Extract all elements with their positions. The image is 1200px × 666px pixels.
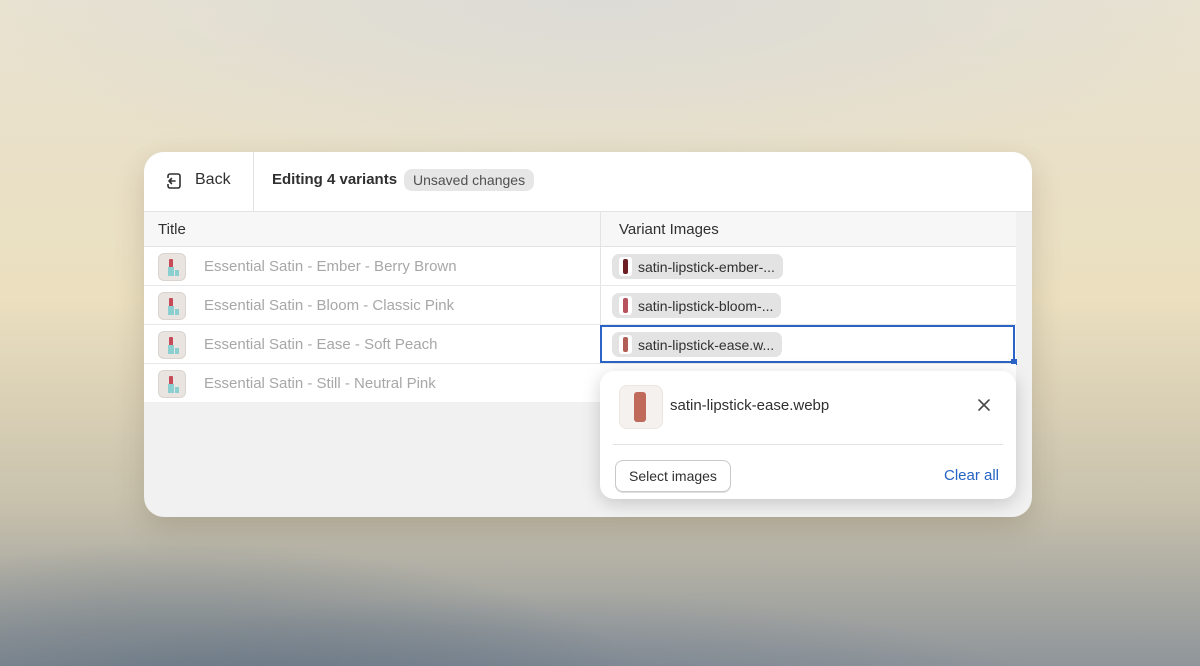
clear-all-link[interactable]: Clear all	[944, 467, 999, 484]
column-header-title[interactable]: Title	[158, 221, 186, 238]
back-button[interactable]: Back	[144, 152, 254, 211]
product-thumbnail	[158, 370, 186, 398]
variant-image-chip[interactable]: satin-lipstick-ember-...	[612, 254, 783, 279]
table-row[interactable]: Essential Satin - Bloom - Classic Pink s…	[144, 286, 1016, 325]
image-swatch	[619, 257, 632, 276]
variant-title: Essential Satin - Bloom - Classic Pink	[204, 297, 455, 314]
product-thumbnail	[158, 292, 186, 320]
select-images-button[interactable]: Select images	[615, 460, 731, 492]
image-preview	[619, 385, 663, 429]
cell-divider	[600, 286, 601, 324]
cell-divider	[600, 247, 601, 285]
variant-title: Essential Satin - Still - Neutral Pink	[204, 375, 436, 392]
close-icon[interactable]	[976, 397, 992, 413]
status-badge: Unsaved changes	[404, 169, 535, 191]
image-file-name: satin-lipstick-ember-...	[638, 258, 775, 275]
table-row[interactable]: Essential Satin - Ease - Soft Peach sati…	[144, 325, 1017, 365]
image-file-name: satin-lipstick-bloom-...	[638, 297, 774, 314]
table-header: Title Variant Images	[144, 212, 1016, 247]
back-label: Back	[195, 171, 231, 188]
variant-images-popover: satin-lipstick-ease.webp Select images C…	[600, 371, 1016, 499]
image-swatch	[619, 296, 632, 315]
variant-title: Essential Satin - Ember - Berry Brown	[204, 258, 457, 275]
column-header-variant-images[interactable]: Variant Images	[619, 221, 719, 238]
back-arrow-icon	[167, 173, 181, 189]
variant-image-chip[interactable]: satin-lipstick-bloom-...	[612, 293, 782, 318]
editor-header: Back Editing 4 variants Unsaved changes	[144, 152, 1032, 212]
divider	[613, 444, 1003, 445]
column-divider	[600, 212, 601, 246]
variant-title: Essential Satin - Ease - Soft Peach	[204, 336, 438, 353]
page-title: Editing 4 variants	[272, 171, 398, 188]
product-thumbnail	[158, 253, 186, 281]
selected-cell[interactable]	[600, 325, 1017, 365]
image-file-name: satin-lipstick-ease.webp	[670, 397, 830, 414]
product-thumbnail	[158, 331, 186, 359]
table-row[interactable]: Essential Satin - Ember - Berry Brown sa…	[144, 247, 1016, 286]
